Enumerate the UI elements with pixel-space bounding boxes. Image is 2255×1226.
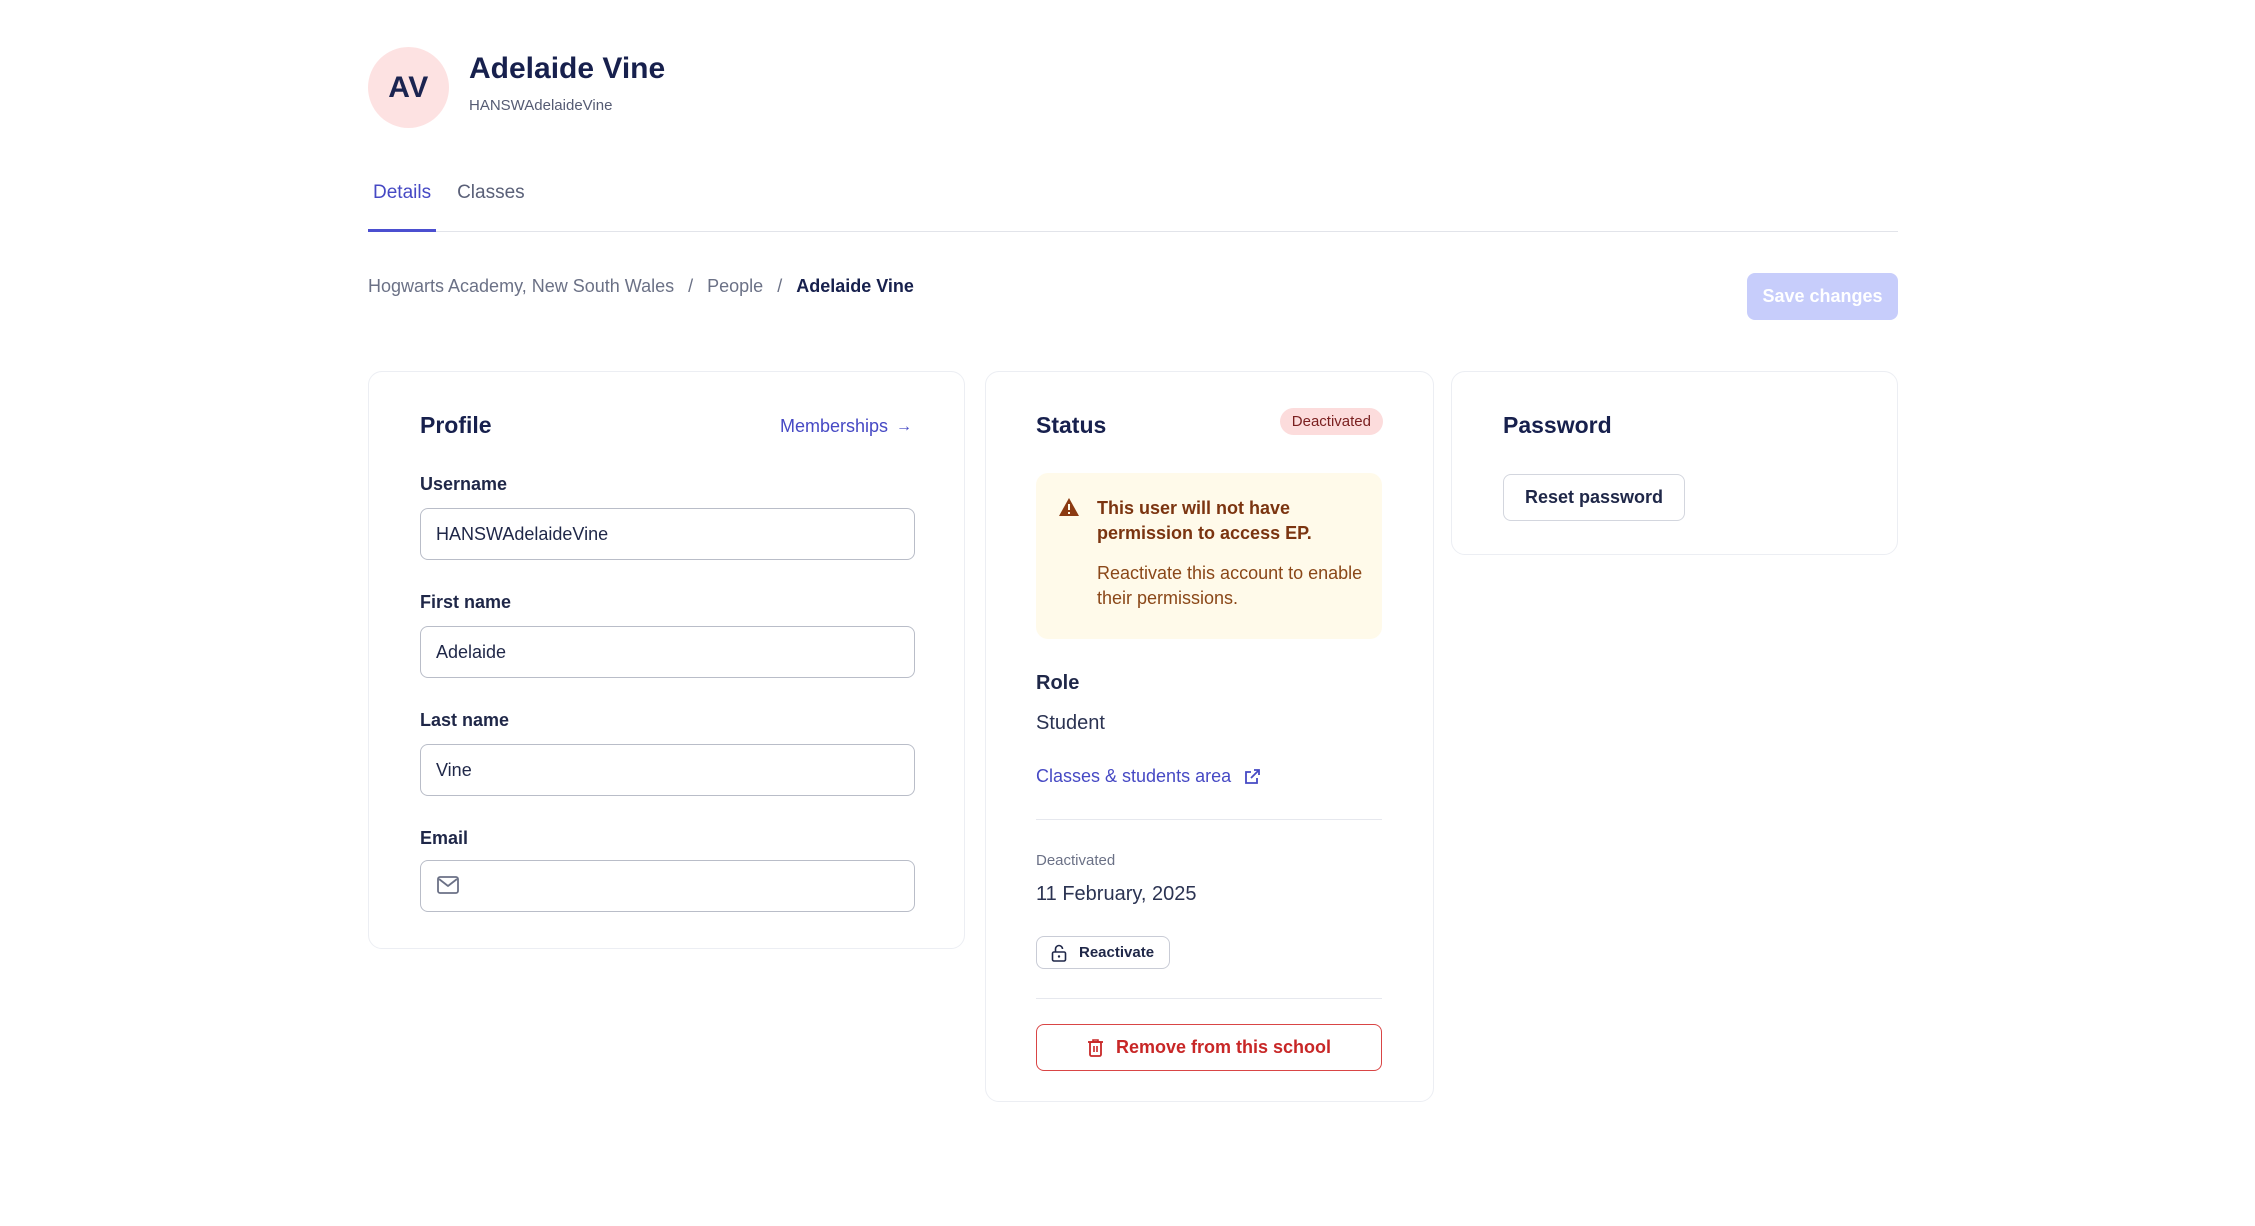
user-header-text: Adelaide Vine HANSWAdelaideVine [469,51,665,114]
role-value: Student [1036,712,1105,734]
username-label: Username [420,474,508,494]
lock-icon [1051,944,1067,962]
external-link-icon [1245,768,1261,784]
first-name-label: First name [420,592,512,612]
email-label: Email [420,828,469,848]
password-title: Password [1503,412,1612,438]
username-input[interactable] [420,508,915,560]
page-title: Adelaide Vine [469,52,666,85]
breadcrumb: Hogwarts Academy, New South Wales / Peop… [368,276,914,297]
avatar: AV [368,47,449,128]
deactivated-label: Deactivated [1036,852,1116,869]
save-button[interactable]: Save changes [1747,273,1898,320]
deactivated-alert: This user will not have permission to ac… [1036,473,1382,639]
first-name-input[interactable] [420,626,915,678]
user-handle: HANSWAdelaideVine [469,97,613,114]
tab-bar: Details Classes [368,170,1898,232]
email-field-wrapper [420,860,915,912]
reactivate-button[interactable]: Reactivate [1036,936,1171,969]
memberships-link[interactable]: Memberships → [780,416,912,437]
breadcrumb-school[interactable]: Hogwarts Academy, New South Wales [368,276,674,297]
breadcrumb-separator: / [777,276,783,296]
alert-body: Reactivate this account to enable their … [1097,563,1363,609]
arrow-right-icon: → [896,417,912,435]
reset-password-button[interactable]: Reset password [1503,474,1686,521]
profile-title: Profile [420,412,492,438]
tab-details[interactable]: Details [368,170,437,232]
divider [1036,998,1382,999]
tab-classes[interactable]: Classes [452,170,530,232]
warning-icon [1059,498,1079,516]
status-card: Status Deactivated This user will not ha… [985,371,1434,1102]
last-name-input[interactable] [420,744,915,796]
deactivated-date: 11 February, 2025 [1036,883,1197,905]
reactivate-label: Reactivate [1079,944,1155,961]
classes-students-link[interactable]: Classes & students area [1036,766,1261,787]
status-title: Status [1036,412,1107,438]
breadcrumb-current: Adelaide Vine [796,276,914,296]
remove-label: Remove from this school [1115,1037,1332,1057]
divider [1036,819,1382,820]
alert-title: This user will not have permission to ac… [1097,498,1312,544]
status-badge: Deactivated [1279,408,1383,435]
remove-from-school-button[interactable]: Remove from this school [1036,1024,1382,1071]
last-name-label: Last name [420,710,510,730]
mail-icon [437,876,459,894]
breadcrumb-separator: / [688,276,694,296]
page: AV Adelaide Vine HANSWAdelaideVine Detai… [368,0,1898,1226]
trash-icon [1087,1039,1103,1057]
profile-card: Profile Memberships → Username First nam… [368,371,965,949]
email-input[interactable] [420,860,915,912]
breadcrumb-people[interactable]: People [707,276,763,297]
password-card: Password Reset password [1451,371,1898,555]
role-label: Role [1036,672,1080,694]
user-header: AV Adelaide Vine HANSWAdelaideVine [368,47,665,128]
classes-students-label: Classes & students area [1036,766,1232,786]
memberships-label: Memberships [779,416,888,436]
